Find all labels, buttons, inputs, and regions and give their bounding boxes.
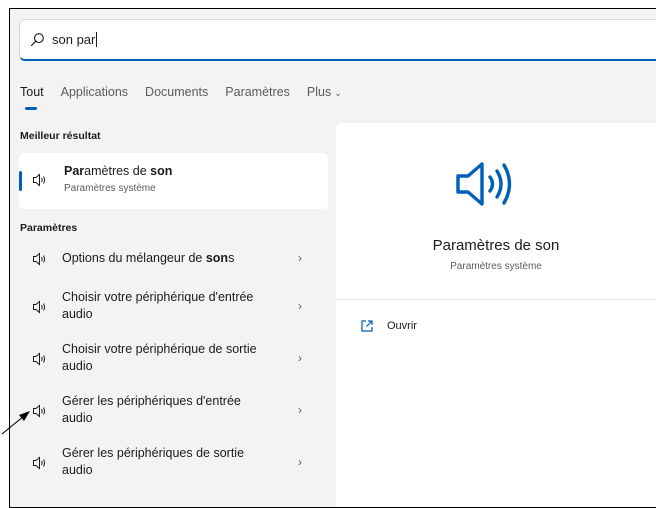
tab-more[interactable]: Plus ⌄	[307, 85, 342, 115]
tab-settings[interactable]: Paramètres	[225, 85, 290, 115]
search-input[interactable]: son par	[52, 32, 98, 47]
text-caret	[96, 32, 98, 47]
open-button[interactable]: Ouvrir	[360, 319, 417, 333]
speaker-icon	[33, 252, 46, 266]
speaker-icon	[33, 300, 46, 314]
open-external-icon	[361, 320, 373, 332]
preview-panel: Paramètres de son Paramètres système Ouv…	[336, 123, 656, 507]
chevron-right-icon: ›	[298, 299, 302, 313]
settings-item-manage-input[interactable]: Gérer les périphériques d'entrée audio ›	[19, 389, 328, 433]
open-label: Ouvrir	[387, 320, 417, 332]
filter-tabs: Tout Applications Documents Paramètres P…	[20, 85, 359, 115]
speaker-icon	[33, 173, 46, 187]
divider	[336, 299, 656, 300]
chevron-right-icon: ›	[298, 403, 302, 417]
settings-item-label: Gérer les périphériques d'entrée audio	[62, 394, 241, 425]
best-result-heading: Meilleur résultat	[20, 130, 101, 142]
chevron-right-icon: ›	[298, 251, 302, 265]
settings-item-label: Options du mélangeur de sons	[62, 251, 235, 265]
preview-subtitle: Paramètres système	[450, 261, 542, 272]
callout-arrow-icon	[1, 411, 30, 435]
best-result-item[interactable]: Paramètres de son Paramètres système	[19, 153, 328, 209]
settings-item-choose-input[interactable]: Choisir votre périphérique d'entrée audi…	[19, 285, 328, 329]
search-icon	[30, 33, 44, 47]
search-box[interactable]: son par	[19, 19, 656, 61]
speaker-icon	[456, 162, 512, 206]
settings-heading: Paramètres	[20, 222, 78, 234]
settings-item-label: Choisir votre périphérique d'entrée audi…	[62, 290, 254, 321]
best-result-subtitle: Paramètres système	[64, 183, 156, 194]
tab-documents[interactable]: Documents	[145, 85, 208, 115]
preview-title: Paramètres de son	[432, 237, 560, 254]
settings-item-manage-output[interactable]: Gérer les périphériques de sortie audio …	[19, 441, 328, 485]
speaker-icon	[33, 352, 46, 366]
chevron-right-icon: ›	[298, 351, 302, 365]
settings-item-label: Gérer les périphériques de sortie audio	[62, 446, 245, 477]
selection-indicator	[19, 171, 22, 191]
chevron-right-icon: ›	[298, 455, 302, 469]
tab-more-label: Plus	[306, 85, 332, 99]
tab-all[interactable]: Tout	[20, 85, 44, 115]
chevron-down-icon: ⌄	[334, 88, 342, 98]
settings-item-label: Choisir votre périphérique de sortie aud…	[62, 342, 257, 373]
best-result-title: Paramètres de son	[64, 164, 173, 178]
tab-applications[interactable]: Applications	[61, 85, 128, 115]
start-search-window: son par Tout Applications Documents Para…	[9, 8, 656, 508]
settings-item-mixer-options[interactable]: Options du mélangeur de sons ›	[19, 241, 328, 277]
settings-item-choose-output[interactable]: Choisir votre périphérique de sortie aud…	[19, 337, 328, 381]
speaker-icon	[33, 456, 46, 470]
